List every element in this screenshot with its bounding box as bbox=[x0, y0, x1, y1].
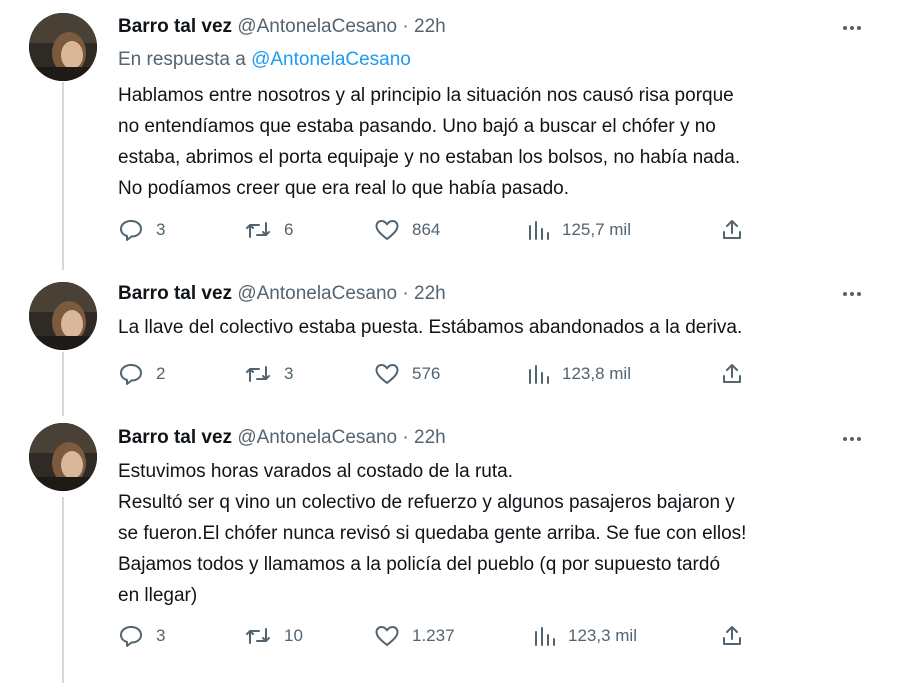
text-line: Resultó ser q vino un colectivo de refue… bbox=[118, 492, 735, 513]
author-name[interactable]: Barro tal vez bbox=[118, 427, 232, 448]
reply-mention-link[interactable]: @AntonelaCesano bbox=[251, 49, 411, 70]
separator-dot: · bbox=[402, 283, 409, 304]
retweet-button[interactable]: 10 bbox=[244, 622, 303, 650]
author-name[interactable]: Barro tal vez bbox=[118, 283, 232, 304]
avatar-photo-icon bbox=[29, 423, 97, 491]
like-button[interactable]: 576 bbox=[374, 360, 440, 388]
more-options-button[interactable] bbox=[840, 282, 864, 306]
author-name[interactable]: Barro tal vez bbox=[118, 16, 232, 37]
retweet-count: 6 bbox=[284, 220, 294, 239]
reply-bubble-icon bbox=[120, 364, 142, 385]
views-button[interactable]: 123,3 mil bbox=[532, 622, 637, 650]
views-bar-icon bbox=[535, 627, 555, 646]
views-count: 125,7 mil bbox=[562, 220, 631, 239]
action-bar: 3 6 864 125,7 mil bbox=[118, 216, 758, 244]
share-button[interactable] bbox=[720, 360, 744, 388]
avatar[interactable] bbox=[29, 282, 97, 350]
views-count: 123,3 mil bbox=[568, 626, 637, 645]
like-count: 1.237 bbox=[412, 626, 455, 645]
retweet-count: 3 bbox=[284, 364, 294, 383]
tweet[interactable]: Barro tal vez @AntonelaCesano · 22h La l… bbox=[0, 270, 924, 412]
reply-button[interactable]: 3 bbox=[118, 216, 165, 244]
tweet[interactable]: Barro tal vez @AntonelaCesano · 22h En r… bbox=[0, 0, 924, 270]
views-bar-icon bbox=[529, 365, 549, 384]
reply-button[interactable]: 2 bbox=[118, 360, 165, 388]
retweet-count: 10 bbox=[284, 626, 303, 645]
reply-bubble-icon bbox=[120, 220, 142, 241]
views-bar-icon bbox=[529, 221, 549, 240]
text-line: en llegar) bbox=[118, 585, 198, 606]
share-upload-icon bbox=[723, 364, 741, 383]
like-count: 576 bbox=[412, 364, 441, 383]
reply-button[interactable]: 3 bbox=[118, 622, 165, 650]
retweet-icon bbox=[246, 366, 270, 382]
avatar[interactable] bbox=[29, 423, 97, 491]
share-button[interactable] bbox=[720, 216, 744, 244]
more-dots-icon bbox=[843, 292, 861, 296]
views-count: 123,8 mil bbox=[562, 364, 631, 383]
text-line: Hablamos entre nosotros y al principio l… bbox=[118, 85, 734, 106]
reply-bubble-icon bbox=[120, 626, 142, 647]
text-line: No podíamos creer que era real lo que ha… bbox=[118, 178, 570, 199]
retweet-button[interactable]: 3 bbox=[244, 360, 293, 388]
retweet-icon bbox=[246, 222, 270, 238]
author-handle[interactable]: @AntonelaCesano bbox=[237, 427, 397, 448]
more-options-button[interactable] bbox=[840, 16, 864, 40]
avatar[interactable] bbox=[29, 13, 97, 81]
more-dots-icon bbox=[843, 26, 861, 30]
tweet-header: Barro tal vez @AntonelaCesano · 22h bbox=[118, 15, 446, 39]
separator-dot: · bbox=[402, 16, 409, 37]
action-bar: 2 3 576 123,8 mil bbox=[118, 360, 758, 388]
views-button[interactable]: 123,8 mil bbox=[526, 360, 631, 388]
text-line: Bajamos todos y llamamos a la policía de… bbox=[118, 554, 721, 575]
text-line: Estuvimos horas varados al costado de la… bbox=[118, 461, 513, 482]
reply-count: 3 bbox=[156, 626, 166, 645]
heart-icon bbox=[375, 220, 399, 240]
text-line: estaba, abrimos el porta equipaje y no e… bbox=[118, 147, 741, 168]
timestamp[interactable]: 22h bbox=[414, 427, 446, 448]
tweet-text: Hablamos entre nosotros y al principio l… bbox=[118, 80, 908, 204]
retweet-icon bbox=[246, 628, 270, 644]
like-count: 864 bbox=[412, 220, 441, 239]
heart-icon bbox=[375, 626, 399, 646]
text-line: se fueron.El chófer nunca revisó si qued… bbox=[118, 523, 747, 544]
avatar-photo-icon bbox=[29, 282, 97, 350]
author-handle[interactable]: @AntonelaCesano bbox=[237, 16, 397, 37]
text-line: no entendíamos que estaba pasando. Uno b… bbox=[118, 116, 716, 137]
share-button[interactable] bbox=[720, 622, 744, 650]
reply-prefix: En respuesta a bbox=[118, 49, 246, 70]
tweet-text: Estuvimos horas varados al costado de la… bbox=[118, 456, 908, 611]
tweet-text: La llave del colectivo estaba puesta. Es… bbox=[118, 312, 908, 343]
heart-icon bbox=[375, 364, 399, 384]
tweet-header: Barro tal vez @AntonelaCesano · 22h bbox=[118, 282, 446, 306]
timestamp[interactable]: 22h bbox=[414, 16, 446, 37]
text-line: La llave del colectivo estaba puesta. Es… bbox=[118, 317, 743, 338]
more-dots-icon bbox=[843, 437, 861, 441]
tweet[interactable]: Barro tal vez @AntonelaCesano · 22h Estu… bbox=[0, 412, 924, 683]
like-button[interactable]: 1.237 bbox=[374, 622, 455, 650]
reply-count: 3 bbox=[156, 220, 166, 239]
more-options-button[interactable] bbox=[840, 427, 864, 451]
action-bar: 3 10 1.237 123,3 mil bbox=[118, 622, 758, 650]
timestamp[interactable]: 22h bbox=[414, 283, 446, 304]
separator-dot: · bbox=[402, 427, 409, 448]
share-upload-icon bbox=[723, 220, 741, 239]
reply-context: En respuesta a @AntonelaCesano bbox=[118, 48, 411, 72]
share-upload-icon bbox=[723, 626, 741, 645]
views-button[interactable]: 125,7 mil bbox=[526, 216, 631, 244]
like-button[interactable]: 864 bbox=[374, 216, 440, 244]
reply-count: 2 bbox=[156, 364, 166, 383]
author-handle[interactable]: @AntonelaCesano bbox=[237, 283, 397, 304]
avatar-photo-icon bbox=[29, 13, 97, 81]
retweet-button[interactable]: 6 bbox=[244, 216, 293, 244]
tweet-header: Barro tal vez @AntonelaCesano · 22h bbox=[118, 426, 446, 450]
